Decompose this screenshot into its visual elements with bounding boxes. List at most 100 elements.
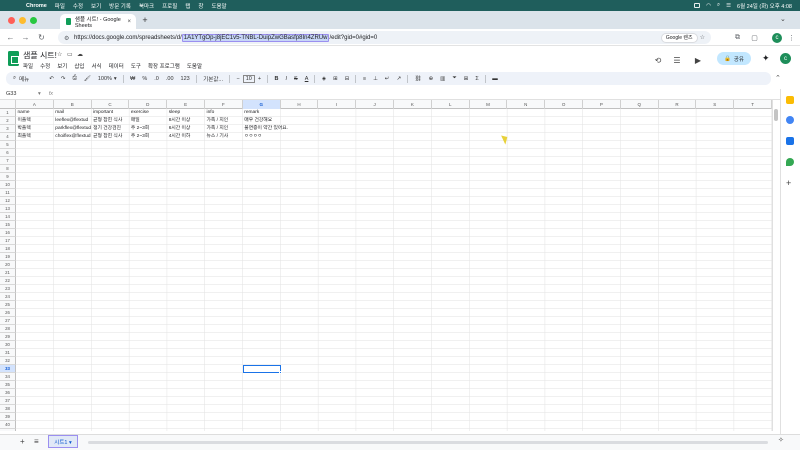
chevron-down-icon[interactable]: ▾ xyxy=(114,76,117,82)
menubar-item-tab[interactable]: 탭 xyxy=(185,2,190,10)
bold-icon[interactable]: B xyxy=(275,76,279,82)
column-header[interactable]: E xyxy=(167,100,205,109)
zoom-select[interactable]: 100% xyxy=(98,76,112,82)
account-avatar[interactable]: c xyxy=(780,53,791,64)
cloud-status-icon[interactable]: ☁ xyxy=(77,51,83,58)
wifi-icon[interactable]: ◠ xyxy=(706,3,711,9)
column-header[interactable]: M xyxy=(470,100,508,109)
menubar-datetime[interactable]: 6월 24일 (화) 오후 4:08 xyxy=(737,2,792,10)
browser-tab[interactable]: 샘플 시트! - Google Sheets × xyxy=(60,14,136,29)
column-header[interactable]: Q xyxy=(621,100,659,109)
row-header[interactable]: 22 xyxy=(0,277,16,285)
row-header[interactable]: 3 xyxy=(0,125,16,133)
site-info-icon[interactable]: ⚙ xyxy=(64,35,70,42)
cell[interactable]: 뉴스 / 기사 xyxy=(205,133,243,141)
row-header[interactable]: 5 xyxy=(0,141,16,149)
column-header[interactable]: A xyxy=(16,100,54,109)
apple-icon[interactable] xyxy=(8,2,16,10)
menu-help[interactable]: 도움말 xyxy=(187,62,202,70)
selected-cell[interactable] xyxy=(242,365,281,373)
menubar-item-bookmarks[interactable]: 북마크 xyxy=(139,2,154,10)
forward-icon[interactable]: → xyxy=(21,33,30,42)
row-header[interactable]: 15 xyxy=(0,221,16,229)
text-wrap-icon[interactable]: ↵ xyxy=(385,76,390,82)
sheet-tab-sheet1[interactable]: 시트1 ▾ xyxy=(48,435,78,448)
font-select[interactable]: 기본값... xyxy=(203,75,223,83)
browser-profile-avatar[interactable]: c xyxy=(772,33,782,43)
comments-icon[interactable]: ☰ xyxy=(671,54,683,66)
menubar-item-window[interactable]: 창 xyxy=(198,2,203,10)
new-tab-icon[interactable]: + xyxy=(140,15,150,25)
cell[interactable]: 박플렉 xyxy=(16,125,54,133)
text-color-icon[interactable]: A xyxy=(305,76,309,82)
row-header[interactable]: 40 xyxy=(0,421,16,429)
window-minimize-icon[interactable] xyxy=(19,17,26,24)
row-header[interactable]: 14 xyxy=(0,213,16,221)
row-header[interactable]: 36 xyxy=(0,389,16,397)
insert-chart-icon[interactable]: ▥ xyxy=(440,76,445,82)
row-header[interactable]: 11 xyxy=(0,189,16,197)
row-header[interactable]: 10 xyxy=(0,181,16,189)
column-header[interactable]: I xyxy=(318,100,357,109)
all-sheets-icon[interactable]: ≡ xyxy=(34,437,39,446)
cell[interactable]: 8시간 이상 xyxy=(167,117,205,125)
row-header[interactable]: 39 xyxy=(0,413,16,421)
vertical-scrollbar[interactable] xyxy=(772,100,780,431)
menu-data[interactable]: 데이터 xyxy=(109,62,124,70)
percent-format-button[interactable]: % xyxy=(142,76,147,82)
back-icon[interactable]: ← xyxy=(6,33,15,42)
sheets-logo-icon[interactable] xyxy=(8,51,19,66)
cell[interactable]: remark xyxy=(243,109,319,117)
cell[interactable]: name xyxy=(16,109,54,117)
column-header[interactable]: C xyxy=(92,100,130,109)
print-icon[interactable]: ⎙ xyxy=(72,75,76,82)
menubar-app-name[interactable]: Chrome xyxy=(26,3,47,9)
row-header[interactable]: 13 xyxy=(0,205,16,213)
menu-tools[interactable]: 도구 xyxy=(131,62,141,70)
menu-extensions[interactable]: 확장 프로그램 xyxy=(148,62,180,70)
cell[interactable]: 주 2~3회 xyxy=(129,125,167,133)
menubar-item-history[interactable]: 방문 기록 xyxy=(109,2,131,10)
paint-format-icon[interactable]: 🖌 xyxy=(84,76,91,82)
row-header[interactable]: 30 xyxy=(0,341,16,349)
strikethrough-icon[interactable]: S xyxy=(294,76,298,82)
row-header[interactable]: 20 xyxy=(0,261,16,269)
text-rotate-icon[interactable]: ↗ xyxy=(396,76,401,82)
menubar-item-view[interactable]: 보기 xyxy=(91,2,101,10)
search-menus-label[interactable]: 메뉴 xyxy=(19,75,29,83)
menu-view[interactable]: 보기 xyxy=(57,62,67,70)
cell[interactable]: ㅇㅇㅇㅇ xyxy=(243,133,319,141)
add-sheet-icon[interactable]: + xyxy=(20,437,25,446)
column-header[interactable]: D xyxy=(129,100,168,109)
row-header[interactable]: 7 xyxy=(0,157,16,165)
control-center-icon[interactable]: ☰ xyxy=(726,3,731,9)
redo-icon[interactable]: ↷ xyxy=(61,76,66,82)
filter-icon[interactable]: ⏷ xyxy=(452,75,456,82)
cell[interactable]: leeflex@flextud xyxy=(54,117,92,125)
row-header[interactable]: 2 xyxy=(0,117,16,125)
merge-cells-icon[interactable]: ⊟ xyxy=(345,76,350,82)
tasks-icon[interactable] xyxy=(786,116,794,124)
address-bar[interactable]: ⚙ https://docs.google.com/spreadsheets/d… xyxy=(58,31,711,44)
row-header[interactable]: 37 xyxy=(0,397,16,405)
font-size-input[interactable]: 10 xyxy=(242,74,255,83)
cell[interactable]: 이플렉 xyxy=(16,117,54,125)
select-all-corner[interactable] xyxy=(0,100,16,109)
cell[interactable]: 균형 잡힌 식사 xyxy=(92,133,130,141)
number-format-button[interactable]: 123 xyxy=(181,76,190,82)
cell[interactable]: sleep xyxy=(167,109,205,117)
column-header[interactable]: R xyxy=(659,100,697,109)
row-header[interactable]: 34 xyxy=(0,373,16,381)
column-header[interactable]: T xyxy=(734,100,772,109)
cell[interactable]: 불면증이 약간 있어요. xyxy=(243,125,319,133)
menu-format[interactable]: 서식 xyxy=(92,62,102,70)
cell[interactable]: 4시간 이하 xyxy=(167,133,205,141)
keep-icon[interactable] xyxy=(786,96,794,104)
row-header[interactable]: 18 xyxy=(0,245,16,253)
cell[interactable]: 6시간 이상 xyxy=(167,125,205,133)
row-header[interactable]: 32 xyxy=(0,357,16,365)
column-header[interactable]: L xyxy=(432,100,470,109)
input-tools-icon[interactable]: ▬ xyxy=(492,76,498,82)
cell[interactable]: choiflex@flextud xyxy=(54,133,92,141)
google-lens-button[interactable]: Google 렌즈 xyxy=(660,32,698,43)
